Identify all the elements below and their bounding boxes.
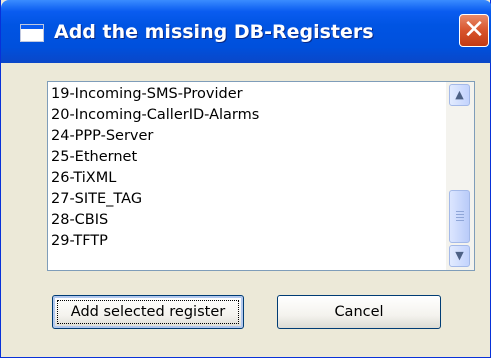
grip-line (456, 214, 464, 215)
add-selected-register-button[interactable]: Add selected register (52, 295, 244, 329)
list-item[interactable]: 20-Incoming-CallerID-Alarms (51, 105, 259, 126)
list-item[interactable]: 26-TiXML (51, 168, 116, 189)
list-item[interactable]: 19-Incoming-SMS-Provider (51, 84, 243, 105)
vertical-scrollbar[interactable]: ▲ ▼ (446, 82, 474, 270)
scroll-down-arrow-icon: ▼ (455, 249, 464, 262)
grip-line (456, 220, 464, 221)
scroll-thumb[interactable] (449, 190, 470, 243)
title-bar[interactable]: Add the missing DB-Registers ✕ (1, 0, 491, 63)
scroll-up-button[interactable]: ▲ (449, 84, 470, 106)
cancel-button-label: Cancel (334, 304, 384, 320)
register-list: 19-Incoming-SMS-Provider 20-Incoming-Cal… (48, 82, 444, 270)
window-icon (20, 24, 44, 42)
window-title: Add the missing DB-Registers (54, 21, 374, 43)
close-button[interactable]: ✕ (459, 14, 489, 47)
scroll-down-button[interactable]: ▼ (449, 245, 470, 267)
focus-rectangle (57, 300, 239, 324)
list-item[interactable]: 27-SITE_TAG (51, 189, 142, 210)
grip-line (456, 211, 464, 212)
close-icon: ✕ (463, 15, 485, 45)
cancel-button[interactable]: Cancel (277, 295, 441, 329)
list-item[interactable]: 28-CBIS (51, 210, 108, 231)
register-listbox[interactable]: 19-Incoming-SMS-Provider 20-Incoming-Cal… (47, 81, 475, 271)
list-item[interactable]: 24-PPP-Server (51, 126, 153, 147)
scroll-up-arrow-icon: ▲ (455, 88, 464, 101)
grip-line (456, 217, 464, 218)
list-item[interactable]: 29-TFTP (51, 231, 108, 252)
list-item[interactable]: 25-Ethernet (51, 147, 137, 168)
dialog-window: Add the missing DB-Registers ✕ 19-Incomi… (0, 0, 491, 358)
